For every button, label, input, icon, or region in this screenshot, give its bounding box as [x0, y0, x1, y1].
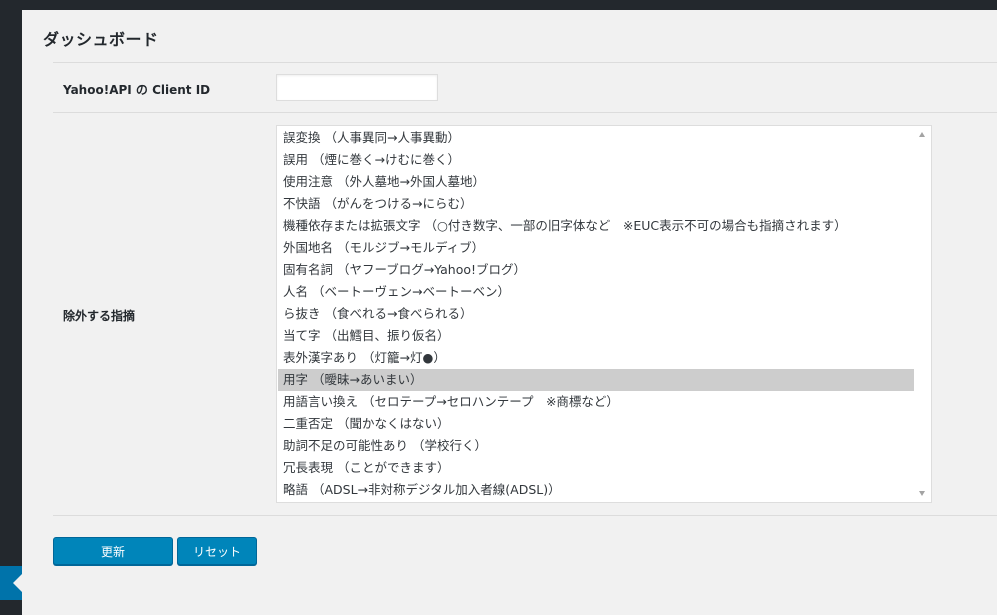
client-id-label: Yahoo!API の Client ID: [63, 83, 211, 97]
exclusion-option[interactable]: 誤用 （煙に巻く→けむに巻く）: [278, 149, 914, 171]
exclusion-option[interactable]: 使用注意 （外人墓地→外国人墓地）: [278, 171, 914, 193]
exclusion-option[interactable]: 表外漢字あり （灯籠→灯●）: [278, 347, 914, 369]
exclusion-option[interactable]: 機種依存または拡張文字 （○付き数字、一部の旧字体など ※EUC表示不可の場合も…: [278, 215, 914, 237]
exclusion-option[interactable]: 用字 （曖昧→あいまい）: [278, 369, 914, 391]
admin-top-bar: [0, 0, 997, 10]
exclusions-options: 誤変換 （人事異同→人事異動） 誤用 （煙に巻く→けむに巻く） 使用注意 （外人墓地…: [278, 127, 914, 501]
exclusion-option[interactable]: 冗長表現 （ことができます）: [278, 457, 914, 479]
exclusion-option[interactable]: 当て字 （出鱈目、振り仮名）: [278, 325, 914, 347]
exclusions-label: 除外する指摘: [63, 309, 136, 323]
exclusion-option[interactable]: ら抜き （食べれる→食べられる）: [278, 303, 914, 325]
admin-sidebar: [0, 0, 22, 615]
scroll-down-arrow-icon[interactable]: [919, 491, 925, 496]
form-row-divider: [53, 515, 997, 516]
sidebar-active-arrow-icon: [13, 574, 22, 592]
client-id-input[interactable]: [276, 74, 438, 101]
form-row-divider: [53, 62, 997, 63]
exclusion-option[interactable]: 助詞不足の可能性あり （学校行く）: [278, 435, 914, 457]
exclusions-multiselect[interactable]: 誤変換 （人事異同→人事異動） 誤用 （煙に巻く→けむに巻く） 使用注意 （外人墓地…: [276, 125, 932, 503]
exclusion-option[interactable]: 人名 （ベートーヴェン→ベートーベン）: [278, 281, 914, 303]
listbox-scrollbar[interactable]: [914, 126, 931, 502]
exclusion-option[interactable]: 二重否定 （聞かなくはない）: [278, 413, 914, 435]
exclusion-option[interactable]: 外国地名 （モルジブ→モルディブ）: [278, 237, 914, 259]
form-row-divider: [53, 112, 997, 113]
exclusion-option[interactable]: 略語 （ADSL→非対称デジタル加入者線(ADSL)）: [278, 479, 914, 501]
reset-button[interactable]: リセット: [177, 537, 257, 565]
exclusion-option[interactable]: 固有名詞 （ヤフーブログ→Yahoo!ブログ）: [278, 259, 914, 281]
exclusion-option[interactable]: 誤変換 （人事異同→人事異動）: [278, 127, 914, 149]
update-button[interactable]: 更新: [53, 537, 173, 565]
page-title: ダッシュボード: [43, 30, 159, 49]
exclusion-option[interactable]: 用語言い換え （セロテープ→セロハンテープ ※商標など）: [278, 391, 914, 413]
scroll-up-arrow-icon[interactable]: [919, 132, 925, 137]
exclusion-option[interactable]: 不快語 （がんをつける→にらむ）: [278, 193, 914, 215]
